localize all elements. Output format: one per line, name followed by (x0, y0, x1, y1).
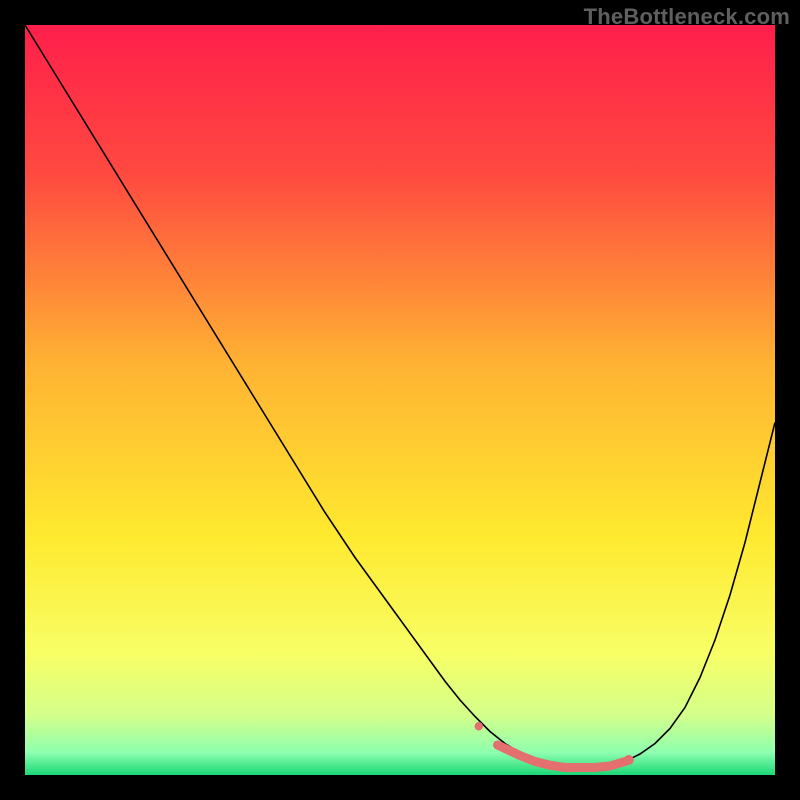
chart-background (25, 25, 775, 775)
marker-right-dot (624, 755, 634, 765)
chart-plot-area (25, 25, 775, 775)
marker-left-dot (475, 722, 483, 730)
chart-frame: TheBottleneck.com (0, 0, 800, 800)
chart-svg (25, 25, 775, 775)
